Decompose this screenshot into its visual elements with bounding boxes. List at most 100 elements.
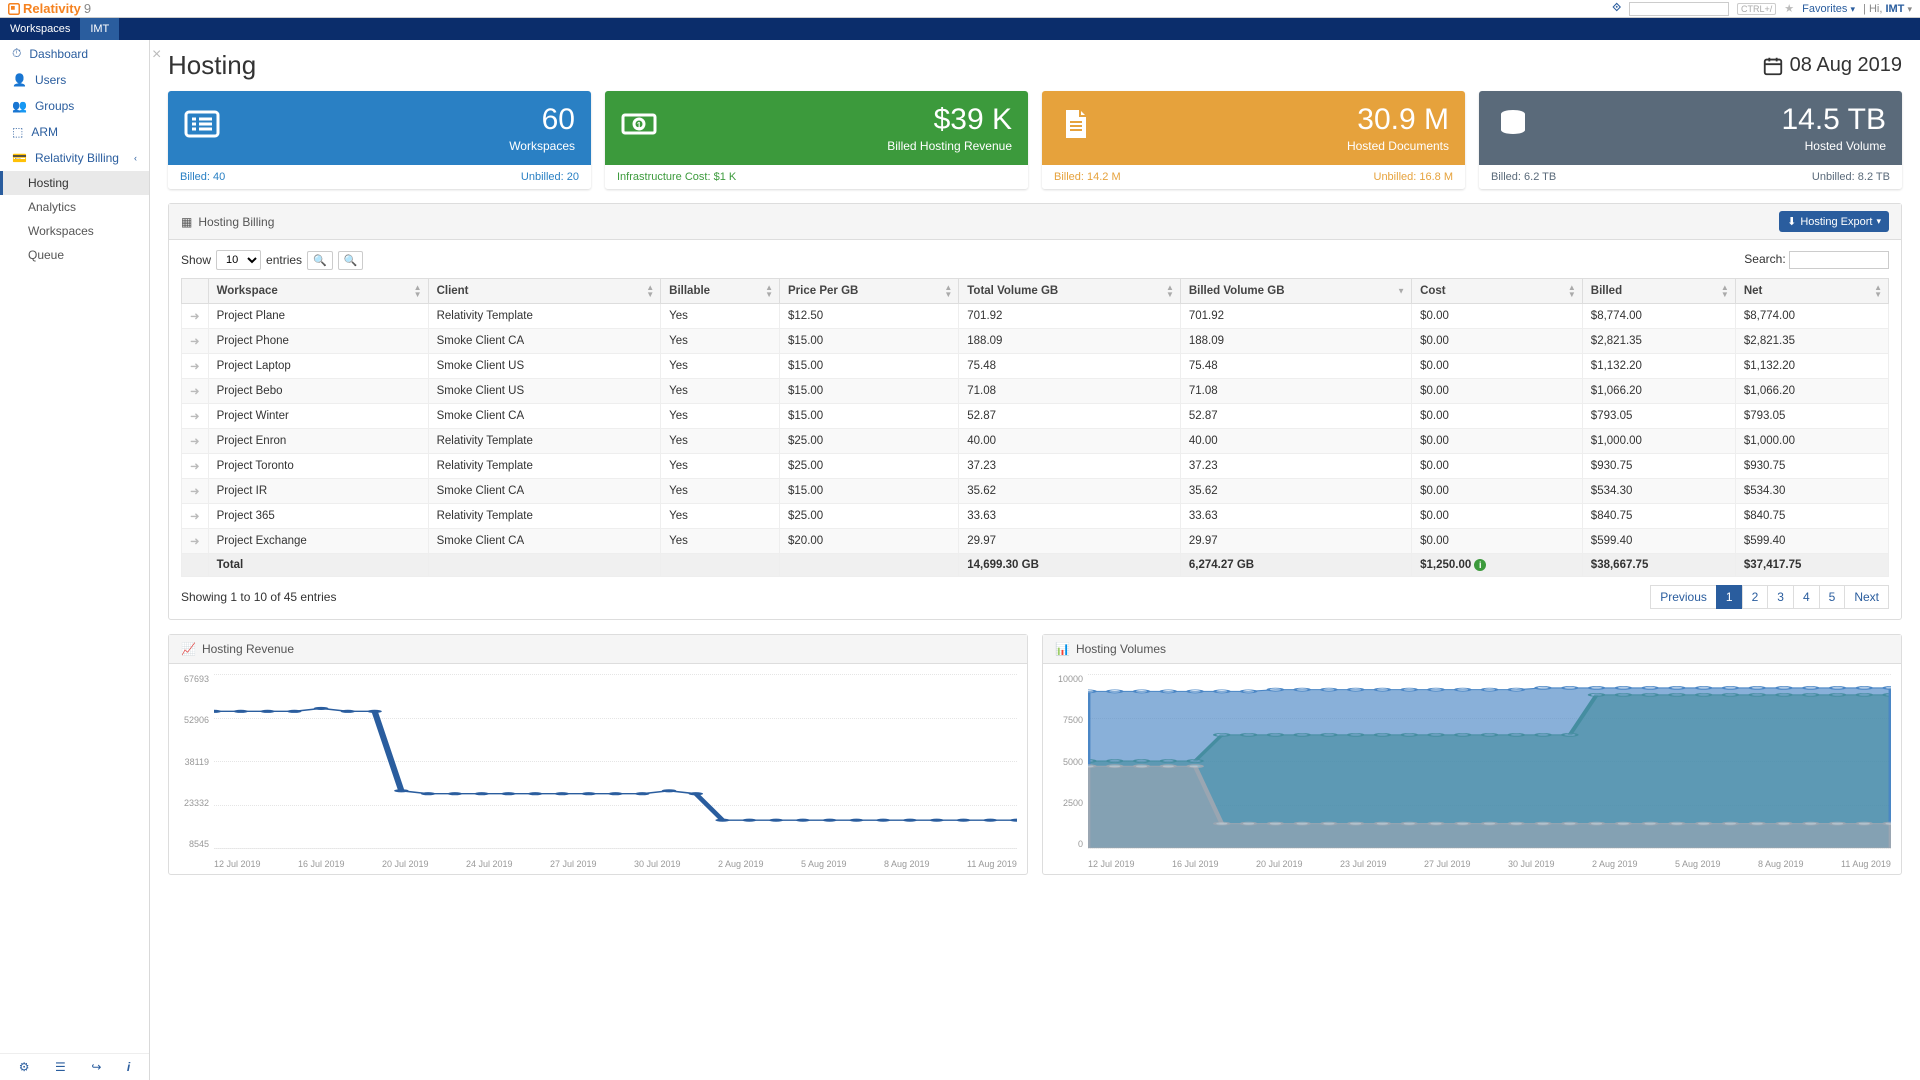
y-tick: 10000 <box>1043 674 1083 684</box>
card-workspaces[interactable]: 60WorkspacesBilled: 40Unbilled: 20 <box>168 91 591 189</box>
col-price-per-gb[interactable]: Price Per GB▲▼ <box>780 279 959 304</box>
logout-icon[interactable]: ↪ <box>91 1060 101 1074</box>
close-icon[interactable]: × <box>152 46 161 64</box>
expand-icon[interactable]: ➜ <box>182 479 209 504</box>
table-row[interactable]: ➜Project IRSmoke Client CAYes$15.0035.62… <box>182 479 1889 504</box>
table-row[interactable]: ➜Project TorontoRelativity TemplateYes$2… <box>182 454 1889 479</box>
sidebar-item-dashboard[interactable]: ⏱Dashboard <box>0 40 149 67</box>
x-tick: 16 Jul 2019 <box>298 859 345 869</box>
sidebar-sub-analytics[interactable]: Analytics <box>0 195 149 219</box>
cell-cost: $0.00 <box>1412 454 1583 479</box>
filter-icon-button[interactable]: 🔍 <box>338 251 364 270</box>
cell-cost: $0.00 <box>1412 479 1583 504</box>
cell-billed-vol: 33.63 <box>1180 504 1411 529</box>
page-1[interactable]: 1 <box>1716 585 1743 609</box>
sidebar-item-groups[interactable]: 👥Groups <box>0 93 149 119</box>
cell-total-vol: 40.00 <box>959 429 1181 454</box>
hosting-export-button[interactable]: ⬇ Hosting Export ▾ <box>1779 211 1889 232</box>
tab-imt[interactable]: IMT <box>80 18 119 40</box>
quick-search-icon[interactable]: ⟐ <box>1612 2 1621 15</box>
table-row[interactable]: ➜Project BeboSmoke Client USYes$15.0071.… <box>182 379 1889 404</box>
page-date[interactable]: 08 Aug 2019 <box>1762 54 1902 77</box>
expand-icon[interactable]: ➜ <box>182 529 209 554</box>
expand-icon[interactable]: ➜ <box>182 404 209 429</box>
favorites-link[interactable]: Favorites ▾ <box>1802 3 1855 15</box>
card-label: Billed Hosting Revenue <box>887 139 1012 153</box>
page-size-select[interactable]: 10 <box>216 250 261 270</box>
info-icon[interactable]: i <box>127 1060 130 1074</box>
expand-icon[interactable]: ➜ <box>182 504 209 529</box>
cell-client: Relativity Template <box>428 504 661 529</box>
cell-billed-vol: 29.97 <box>1180 529 1411 554</box>
cell-billable: Yes <box>661 504 780 529</box>
card-hosted-documents[interactable]: 30.9 MHosted DocumentsBilled: 14.2 MUnbi… <box>1042 91 1465 189</box>
sidebar-item-arm[interactable]: ⬚ARM <box>0 119 149 145</box>
star-icon[interactable]: ★ <box>1784 2 1794 15</box>
sidebar-item-users[interactable]: 👤Users <box>0 67 149 93</box>
brand-logo[interactable]: Relativity9 <box>8 1 91 16</box>
cell-total-vol: 33.63 <box>959 504 1181 529</box>
col-net[interactable]: Net▲▼ <box>1735 279 1888 304</box>
expand-icon[interactable]: ➜ <box>182 429 209 454</box>
table-row[interactable]: ➜Project WinterSmoke Client CAYes$15.005… <box>182 404 1889 429</box>
cell-total-vol: 29.97 <box>959 529 1181 554</box>
page-2[interactable]: 2 <box>1742 585 1769 609</box>
sort-icon: ▲▼ <box>1721 284 1729 298</box>
sidebar-item-relativity-billing[interactable]: 💳Relativity Billing‹ <box>0 145 149 171</box>
col-client[interactable]: Client▲▼ <box>428 279 661 304</box>
page-3[interactable]: 3 <box>1767 585 1794 609</box>
main-content: × Hosting 08 Aug 2019 60WorkspacesBilled… <box>150 40 1920 1080</box>
page-next[interactable]: Next <box>1844 585 1889 609</box>
x-tick: 12 Jul 2019 <box>1088 859 1135 869</box>
table-row[interactable]: ➜Project LaptopSmoke Client USYes$15.007… <box>182 354 1889 379</box>
global-search-input[interactable] <box>1629 2 1729 16</box>
cell-price: $15.00 <box>780 479 959 504</box>
revenue-chart[interactable]: 676935290638119233328545 12 Jul 201916 J… <box>169 664 1027 874</box>
col-workspace[interactable]: Workspace▲▼ <box>208 279 428 304</box>
expand-icon[interactable]: ➜ <box>182 329 209 354</box>
table-row[interactable]: ➜Project PlaneRelativity TemplateYes$12.… <box>182 304 1889 329</box>
x-tick: 16 Jul 2019 <box>1172 859 1219 869</box>
card-hosted-volume[interactable]: 14.5 TBHosted VolumeBilled: 6.2 TBUnbill… <box>1479 91 1902 189</box>
volumes-chart[interactable]: 100007500500025000 12 Jul 201916 Jul 201… <box>1043 664 1901 874</box>
cell-billable: Yes <box>661 529 780 554</box>
expand-icon[interactable]: ➜ <box>182 354 209 379</box>
cell-billed-vol: 71.08 <box>1180 379 1411 404</box>
expand-icon[interactable]: ➜ <box>182 304 209 329</box>
page-4[interactable]: 4 <box>1793 585 1820 609</box>
col-cost[interactable]: Cost▲▼ <box>1412 279 1583 304</box>
page-prev[interactable]: Previous <box>1650 585 1717 609</box>
cell-cost: $0.00 <box>1412 354 1583 379</box>
cell-total-vol: 52.87 <box>959 404 1181 429</box>
card-foot-left: Billed: 6.2 TB <box>1491 171 1556 183</box>
expand-icon[interactable]: ➜ <box>182 379 209 404</box>
col-billed-volume-gb[interactable]: Billed Volume GB▼ <box>1180 279 1411 304</box>
page-5[interactable]: 5 <box>1819 585 1846 609</box>
table-row[interactable]: ➜Project 365Relativity TemplateYes$25.00… <box>182 504 1889 529</box>
info-badge-icon[interactable]: i <box>1474 559 1486 571</box>
settings-icon[interactable]: ⚙ <box>19 1060 30 1074</box>
cell-billed: $840.75 <box>1582 504 1735 529</box>
card-billed-hosting-revenue[interactable]: 1$39 KBilled Hosting RevenueInfrastructu… <box>605 91 1028 189</box>
billing-panel: ▦Hosting Billing ⬇ Hosting Export ▾ Show… <box>168 203 1902 620</box>
expand-icon[interactable]: ➜ <box>182 454 209 479</box>
col-billable[interactable]: Billable▲▼ <box>661 279 780 304</box>
total-cell: 14,699.30 GB <box>959 554 1181 577</box>
sidebar-sub-hosting[interactable]: Hosting <box>0 171 149 195</box>
col-billed[interactable]: Billed▲▼ <box>1582 279 1735 304</box>
cell-price: $15.00 <box>780 354 959 379</box>
sidebar-sub-workspaces[interactable]: Workspaces <box>0 219 149 243</box>
list-icon[interactable]: ☰ <box>55 1060 66 1074</box>
cell-billed: $1,000.00 <box>1582 429 1735 454</box>
total-cell: $38,667.75 <box>1582 554 1735 577</box>
col-total-volume-gb[interactable]: Total Volume GB▲▼ <box>959 279 1181 304</box>
table-row[interactable]: ➜Project PhoneSmoke Client CAYes$15.0018… <box>182 329 1889 354</box>
sidebar-sub-queue[interactable]: Queue <box>0 243 149 267</box>
table-search-input[interactable] <box>1789 251 1889 269</box>
tab-workspaces[interactable]: Workspaces <box>0 18 80 40</box>
search-icon-button[interactable]: 🔍 <box>307 251 333 270</box>
cell-net: $2,821.35 <box>1735 329 1888 354</box>
doc-icon <box>1058 106 1094 151</box>
table-row[interactable]: ➜Project ExchangeSmoke Client CAYes$20.0… <box>182 529 1889 554</box>
table-row[interactable]: ➜Project EnronRelativity TemplateYes$25.… <box>182 429 1889 454</box>
